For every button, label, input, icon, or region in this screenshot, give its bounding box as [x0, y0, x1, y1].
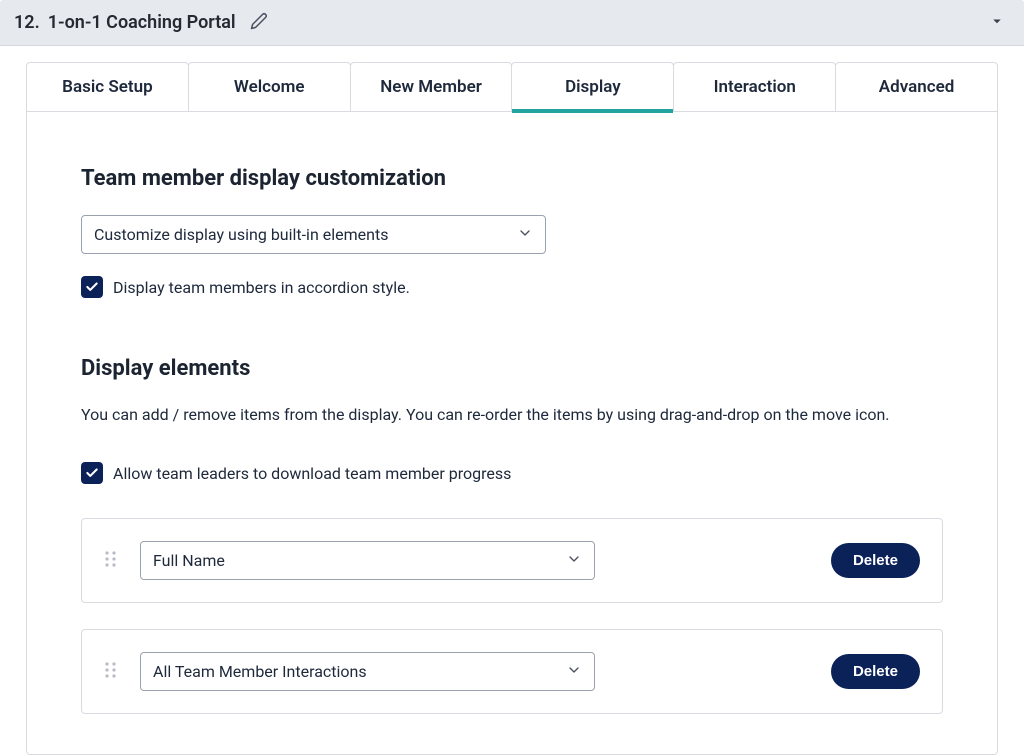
- delete-button[interactable]: Delete: [831, 543, 920, 578]
- accordion-checkbox-row: Display team members in accordion style.: [81, 276, 943, 298]
- display-mode-select-value: Customize display using built-in element…: [94, 225, 388, 244]
- panel-index: 12.: [14, 12, 40, 33]
- delete-button[interactable]: Delete: [831, 654, 920, 689]
- section-title-elements: Display elements: [81, 356, 943, 381]
- tab-interaction[interactable]: Interaction: [673, 62, 836, 112]
- tab-display[interactable]: Display: [511, 62, 674, 112]
- element-card: Full Name Delete: [81, 518, 943, 603]
- element-select-value: Full Name: [153, 551, 225, 570]
- tab-basic-setup[interactable]: Basic Setup: [26, 62, 189, 112]
- panel-header: 12. 1-on-1 Coaching Portal: [0, 0, 1024, 46]
- element-select[interactable]: Full Name: [140, 541, 595, 580]
- chevron-down-icon: [566, 551, 582, 571]
- panel-body: Team member display customization Custom…: [26, 112, 998, 755]
- element-card: All Team Member Interactions Delete: [81, 629, 943, 714]
- drag-handle-icon[interactable]: [104, 661, 118, 683]
- elements-description: You can add / remove items from the disp…: [81, 405, 943, 424]
- download-checkbox[interactable]: [81, 462, 103, 484]
- tab-new-member[interactable]: New Member: [350, 62, 513, 112]
- collapse-panel-icon[interactable]: [988, 12, 1006, 34]
- accordion-checkbox-label: Display team members in accordion style.: [113, 278, 410, 297]
- content-wrap: Basic Setup Welcome New Member Display I…: [0, 62, 1024, 755]
- tab-advanced[interactable]: Advanced: [835, 62, 998, 112]
- download-checkbox-row: Allow team leaders to download team memb…: [81, 462, 943, 484]
- elements-list: Full Name Delete: [81, 518, 943, 714]
- accordion-checkbox[interactable]: [81, 276, 103, 298]
- chevron-down-icon: [566, 662, 582, 682]
- chevron-down-icon: [517, 225, 533, 245]
- panel-title: 1-on-1 Coaching Portal: [48, 12, 236, 33]
- tabs: Basic Setup Welcome New Member Display I…: [26, 62, 998, 112]
- element-select-value: All Team Member Interactions: [153, 662, 367, 681]
- edit-title-icon[interactable]: [250, 12, 268, 34]
- tab-welcome[interactable]: Welcome: [188, 62, 351, 112]
- download-checkbox-label: Allow team leaders to download team memb…: [113, 464, 511, 483]
- display-mode-select[interactable]: Customize display using built-in element…: [81, 215, 546, 254]
- element-select[interactable]: All Team Member Interactions: [140, 652, 595, 691]
- drag-handle-icon[interactable]: [104, 550, 118, 572]
- panel-header-left: 12. 1-on-1 Coaching Portal: [14, 12, 268, 34]
- section-title-customization: Team member display customization: [81, 166, 943, 191]
